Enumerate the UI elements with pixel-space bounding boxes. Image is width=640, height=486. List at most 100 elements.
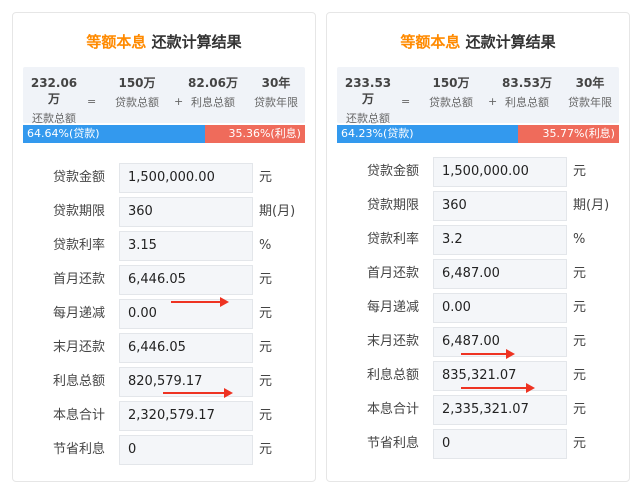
equals-sign: = bbox=[401, 95, 411, 108]
summary-value: 150万 bbox=[118, 76, 156, 90]
summary-label: 利息总额 bbox=[191, 96, 235, 109]
field-label: 贷款利率 bbox=[52, 238, 105, 253]
field-value[interactable]: 6,446.05 bbox=[119, 333, 253, 363]
summary-value: 233.53万 bbox=[344, 76, 392, 106]
title-rest: 还款计算结果 bbox=[151, 33, 242, 51]
field-unit: 元 bbox=[259, 170, 273, 185]
field-label: 末月还款 bbox=[52, 340, 105, 355]
form-row: 本息合计 2,320,579.17 元 bbox=[13, 401, 315, 431]
summary-label: 贷款年限 bbox=[254, 96, 298, 109]
field-label: 贷款金额 bbox=[366, 164, 419, 179]
field-unit: 期(月) bbox=[259, 204, 296, 219]
calc-result-panel-left: 等额本息 还款计算结果 232.06万 还款总额 = 150万 贷款总额 + 8… bbox=[12, 12, 316, 482]
summary-loan-total: 150万 贷款总额 bbox=[421, 75, 481, 111]
panel-title: 等额本息 还款计算结果 bbox=[327, 31, 629, 52]
field-label: 利息总额 bbox=[366, 368, 419, 383]
field-unit: 元 bbox=[573, 266, 587, 281]
field-unit: 元 bbox=[259, 408, 273, 423]
form-row: 首月还款 6,446.05 元 bbox=[13, 265, 315, 295]
field-unit: 元 bbox=[259, 340, 273, 355]
field-label: 本息合计 bbox=[366, 402, 419, 417]
field-value[interactable]: 1,500,000.00 bbox=[119, 163, 253, 193]
field-unit: % bbox=[259, 238, 272, 253]
field-unit: 元 bbox=[573, 368, 587, 383]
form-row: 贷款期限 360 期(月) bbox=[327, 191, 629, 221]
field-label: 每月递减 bbox=[366, 300, 419, 315]
form-row: 贷款期限 360 期(月) bbox=[13, 197, 315, 227]
summary-label: 贷款总额 bbox=[429, 96, 473, 109]
summary-loan-total: 150万 贷款总额 bbox=[107, 75, 167, 111]
summary-loan-years: 30年 贷款年限 bbox=[563, 75, 617, 111]
field-label: 利息总额 bbox=[52, 374, 105, 389]
field-unit: 期(月) bbox=[573, 198, 610, 213]
field-value[interactable]: 0 bbox=[119, 435, 253, 465]
form-row: 末月还款 6,446.05 元 bbox=[13, 333, 315, 363]
title-rest: 还款计算结果 bbox=[465, 33, 556, 51]
summary-interest-total: 82.06万 利息总额 bbox=[185, 75, 241, 111]
loan-ratio-segment: 64.64%(贷款) bbox=[23, 125, 206, 143]
field-label: 节省利息 bbox=[52, 442, 105, 457]
form-row: 贷款金额 1,500,000.00 元 bbox=[13, 163, 315, 193]
summary-value: 30年 bbox=[261, 76, 291, 90]
equals-sign: = bbox=[87, 95, 97, 108]
summary-label: 贷款年限 bbox=[568, 96, 612, 109]
form-row: 首月还款 6,487.00 元 bbox=[327, 259, 629, 289]
panel-title: 等额本息 还款计算结果 bbox=[13, 31, 315, 52]
calc-result-panel-right: 等额本息 还款计算结果 233.53万 还款总额 = 150万 贷款总额 + 8… bbox=[326, 12, 630, 482]
form-row: 节省利息 0 元 bbox=[13, 435, 315, 465]
field-label: 首月还款 bbox=[52, 272, 105, 287]
form-row: 每月递减 0.00 元 bbox=[327, 293, 629, 323]
summary-box: 233.53万 还款总额 = 150万 贷款总额 + 83.53万 利息总额 3… bbox=[337, 67, 619, 125]
summary-value: 82.06万 bbox=[188, 76, 238, 90]
field-unit: 元 bbox=[573, 402, 587, 417]
field-label: 贷款期限 bbox=[366, 198, 419, 213]
interest-ratio-segment: 35.36%(利息) bbox=[205, 125, 305, 143]
field-unit: 元 bbox=[573, 164, 587, 179]
red-arrow-icon bbox=[461, 349, 515, 359]
summary-total-repay: 233.53万 还款总额 bbox=[343, 75, 393, 127]
field-unit: 元 bbox=[259, 442, 273, 457]
summary-box: 232.06万 还款总额 = 150万 贷款总额 + 82.06万 利息总额 3… bbox=[23, 67, 305, 125]
field-label: 贷款利率 bbox=[366, 232, 419, 247]
summary-loan-years: 30年 贷款年限 bbox=[249, 75, 303, 111]
red-arrow-icon bbox=[461, 383, 535, 393]
plus-sign: + bbox=[174, 95, 184, 108]
field-value[interactable]: 6,446.05 bbox=[119, 265, 253, 295]
field-unit: 元 bbox=[573, 436, 587, 451]
field-value[interactable]: 3.2 bbox=[433, 225, 567, 255]
form-row: 贷款利率 3.15% bbox=[13, 231, 315, 261]
field-label: 节省利息 bbox=[366, 436, 419, 451]
plus-sign: + bbox=[488, 95, 498, 108]
field-value[interactable]: 0.00 bbox=[433, 293, 567, 323]
field-value[interactable]: 1,500,000.00 bbox=[433, 157, 567, 187]
field-label: 贷款期限 bbox=[52, 204, 105, 219]
summary-value: 30年 bbox=[575, 76, 605, 90]
interest-ratio-segment: 35.77%(利息) bbox=[518, 125, 619, 143]
field-value[interactable]: 2,335,321.07 bbox=[433, 395, 567, 425]
red-arrow-icon bbox=[163, 388, 233, 398]
field-value[interactable]: 6,487.00 bbox=[433, 259, 567, 289]
field-label: 贷款金额 bbox=[52, 170, 105, 185]
field-unit: 元 bbox=[259, 272, 273, 287]
field-unit: 元 bbox=[573, 334, 587, 349]
field-unit: 元 bbox=[259, 306, 273, 321]
field-unit: 元 bbox=[259, 374, 273, 389]
form-row: 节省利息 0 元 bbox=[327, 429, 629, 459]
field-value[interactable]: 360 bbox=[119, 197, 253, 227]
field-value[interactable]: 0 bbox=[433, 429, 567, 459]
field-label: 每月递减 bbox=[52, 306, 105, 321]
field-unit: 元 bbox=[573, 300, 587, 315]
summary-total-repay: 232.06万 还款总额 bbox=[29, 75, 79, 127]
summary-value: 83.53万 bbox=[502, 76, 552, 90]
ratio-bar: 64.64%(贷款) 35.36%(利息) bbox=[23, 125, 305, 143]
title-accent: 等额本息 bbox=[86, 33, 147, 51]
summary-label: 贷款总额 bbox=[115, 96, 159, 109]
field-value[interactable]: 3.15 bbox=[119, 231, 253, 261]
form-row: 贷款金额 1,500,000.00 元 bbox=[327, 157, 629, 187]
summary-interest-total: 83.53万 利息总额 bbox=[499, 75, 555, 111]
field-value[interactable]: 2,320,579.17 bbox=[119, 401, 253, 431]
field-value[interactable]: 360 bbox=[433, 191, 567, 221]
red-arrow-icon bbox=[171, 297, 229, 307]
field-label: 首月还款 bbox=[366, 266, 419, 281]
field-unit: % bbox=[573, 232, 586, 247]
